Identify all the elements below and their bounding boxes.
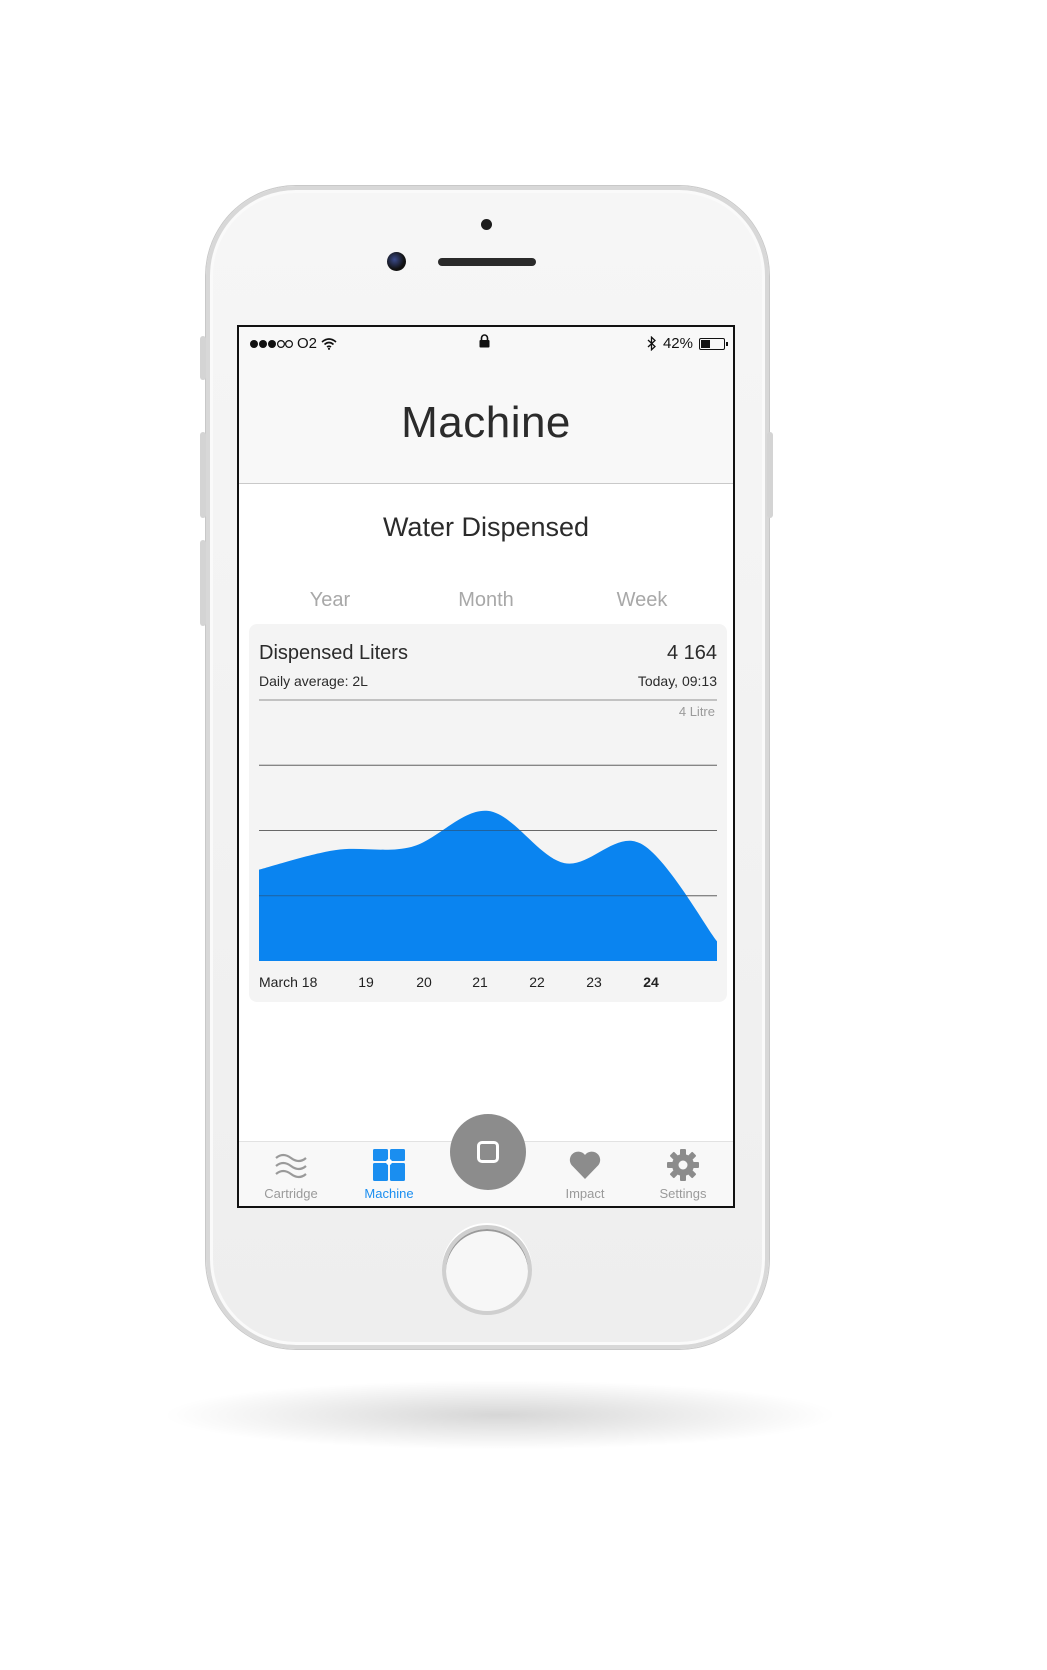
volume-up-button xyxy=(200,432,206,518)
period-tabs: Year Month Week xyxy=(257,585,715,619)
dispensed-card: Dispensed Liters 4 164 Daily average: 2L… xyxy=(249,624,727,1002)
nav-header: Machine xyxy=(239,363,733,484)
carrier-name: O2 xyxy=(297,335,318,352)
tab-impact-label: Impact xyxy=(565,1186,605,1201)
tab-month[interactable]: Month xyxy=(413,585,559,615)
water-area-chart: 4 Litre March 18 19 20 21 22 23 24 xyxy=(259,699,717,990)
tab-settings-label: Settings xyxy=(659,1186,707,1201)
battery-percent: 42% xyxy=(662,335,693,352)
signal-strength-icon xyxy=(250,339,293,348)
x-tick-label: 22 xyxy=(529,974,545,990)
tab-week[interactable]: Week xyxy=(569,585,715,615)
page-title: Machine xyxy=(401,398,571,447)
tab-year[interactable]: Year xyxy=(257,585,403,615)
x-tick-label: 24 xyxy=(643,974,659,990)
center-action-button[interactable] xyxy=(450,1114,526,1190)
tab-cartridge-label: Cartridge xyxy=(264,1186,318,1201)
x-tick-label: 19 xyxy=(358,974,374,990)
battery-icon xyxy=(699,337,728,350)
x-tick-label: March 18 xyxy=(259,974,318,990)
series-area xyxy=(259,810,717,961)
wifi-icon xyxy=(321,337,337,350)
daily-average: Daily average: 2L xyxy=(259,673,368,689)
tab-machine-label: Machine xyxy=(364,1186,414,1201)
mute-switch xyxy=(200,336,206,380)
card-title: Dispensed Liters xyxy=(259,642,408,664)
status-right: 42% xyxy=(647,335,728,352)
waves-icon xyxy=(275,1153,307,1179)
front-camera xyxy=(387,252,406,271)
tab-impact[interactable]: Impact xyxy=(537,1142,633,1206)
card-total-value: 4 164 xyxy=(666,642,717,664)
phone-shadow xyxy=(160,1380,840,1450)
tab-machine[interactable]: Machine xyxy=(341,1142,437,1206)
x-tick-label: 23 xyxy=(586,974,602,990)
machine-icon xyxy=(373,1149,405,1181)
volume-down-button xyxy=(200,540,206,626)
heart-icon xyxy=(569,1151,601,1179)
status-bar: O2 42% xyxy=(239,327,733,363)
last-updated: Today, 09:13 xyxy=(637,673,717,689)
x-tick-label: 21 xyxy=(472,974,488,990)
proximity-sensor xyxy=(481,219,492,230)
tab-settings[interactable]: Settings xyxy=(635,1142,731,1206)
power-button xyxy=(767,432,773,518)
gear-icon xyxy=(667,1149,699,1181)
lock-icon xyxy=(479,334,490,348)
tab-cartridge[interactable]: Cartridge xyxy=(243,1142,339,1206)
battery-fill xyxy=(701,339,710,348)
square-icon xyxy=(477,1141,499,1163)
status-left: O2 xyxy=(249,335,337,352)
app-screen: O2 42% Machine Water Dispensed Year Mont… xyxy=(237,325,735,1208)
bluetooth-icon xyxy=(647,336,656,351)
status-center xyxy=(479,334,490,352)
y-tick-label: 4 Litre xyxy=(679,704,715,719)
home-button[interactable] xyxy=(442,1225,532,1315)
earpiece xyxy=(438,258,536,266)
x-tick-label: 20 xyxy=(416,974,432,990)
section-title: Water Dispensed xyxy=(382,512,590,542)
